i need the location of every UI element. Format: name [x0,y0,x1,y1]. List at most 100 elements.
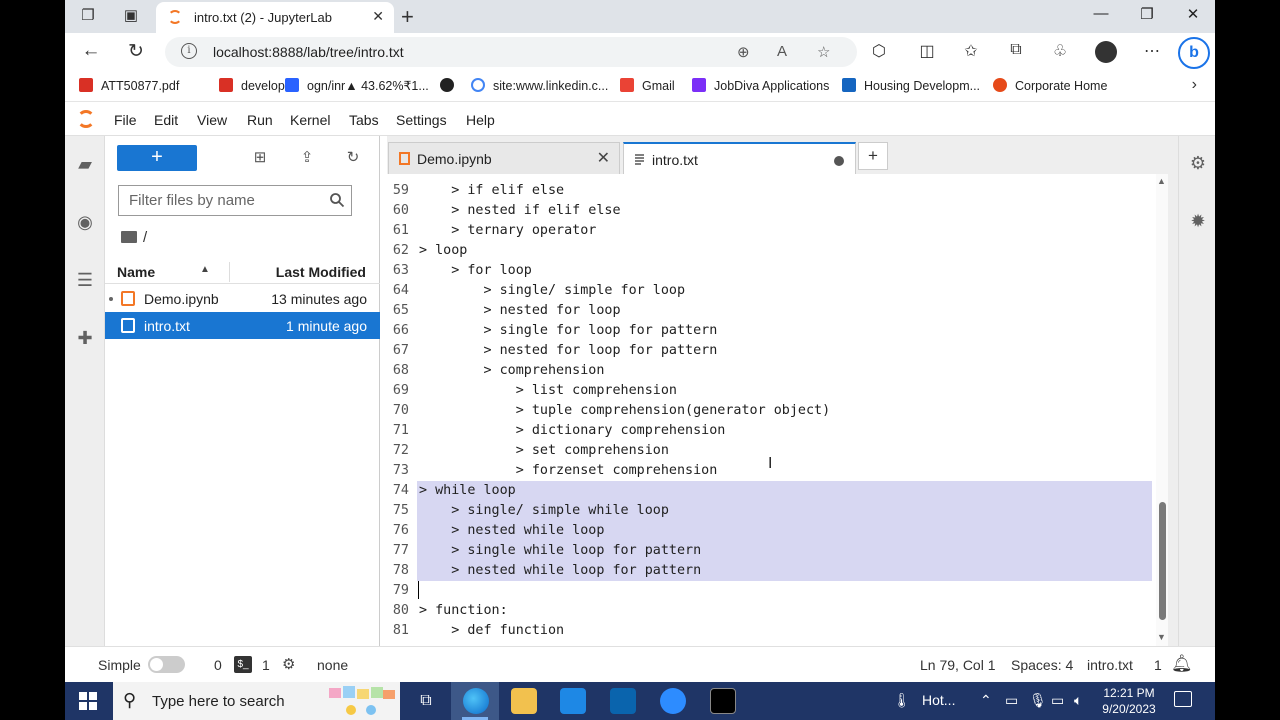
toc-list-icon[interactable]: ☰ [75,270,95,290]
scrollbar-thumb[interactable] [1159,502,1166,620]
bookmark-item[interactable]: ATT50877.pdf [79,78,179,96]
bookmark-item[interactable]: Gmail [620,78,675,96]
file-filter-input[interactable] [119,186,319,215]
notification-center-icon[interactable] [1174,691,1192,707]
menu-view[interactable]: View [197,112,227,128]
minimize-icon[interactable]: — [1089,5,1113,22]
editor-line[interactable]: 62 > loop [387,241,1152,261]
bookmark-item[interactable]: ogn/inr▲ 43.62%₹1... [285,78,429,96]
editor-line[interactable]: 77 > single while loop for pattern [387,541,1152,561]
editor-line[interactable]: 78 > nested while loop for pattern [387,561,1152,581]
editor-line[interactable]: 60 > nested if elif else [387,201,1152,221]
bookmark-item[interactable]: site:www.linkedin.c... [471,78,608,96]
file-row-selected[interactable]: intro.txt 1 minute ago [105,312,380,339]
upload-icon[interactable]: ⇪ [297,148,317,166]
weather-text[interactable]: Hot... [922,692,955,708]
terminal-app-icon[interactable] [710,688,736,714]
close-icon[interactable]: ✕ [597,148,610,168]
editor-line[interactable]: 79 [387,581,1152,601]
simple-mode-toggle[interactable] [148,656,185,673]
column-last-modified[interactable]: Last Modified [276,264,366,280]
editor-line[interactable]: 66 > single for loop for pattern [387,321,1152,341]
editor-line[interactable]: 74 > while loop [387,481,1152,501]
editor-line[interactable]: 59 > if elif else [387,181,1152,201]
menu-kernel[interactable]: Kernel [290,112,330,128]
editor-line[interactable]: 69 > list comprehension [387,381,1152,401]
clock[interactable]: 12:21 PM 9/20/2023 [1095,685,1163,717]
close-tab-icon[interactable]: ✕ [372,8,384,25]
address-bar[interactable]: i localhost:8888/lab/tree/intro.txt ⊕ A … [165,37,857,67]
kernel-name[interactable]: none [317,657,348,673]
menu-settings[interactable]: Settings [396,112,447,128]
microsoft-store-icon[interactable] [560,688,586,714]
mail-icon[interactable] [610,688,636,714]
menu-edit[interactable]: Edit [154,112,178,128]
url-text[interactable]: localhost:8888/lab/tree/intro.txt [213,44,404,60]
bookmark-item[interactable]: Corporate Home [993,78,1107,96]
weather-icon[interactable]: 🌡︎ [893,692,911,709]
zoom-app-icon[interactable] [660,688,686,714]
scroll-up-icon[interactable]: ▲ [1157,176,1166,186]
windows-start-icon[interactable] [79,692,97,710]
editor-line[interactable]: 75 > single/ simple while loop [387,501,1152,521]
split-screen-icon[interactable]: ◫ [916,41,938,61]
editor-line[interactable]: 64 > single/ simple for loop [387,281,1152,301]
editor-line[interactable]: 67 > nested for loop for pattern [387,341,1152,361]
chevron-right-icon[interactable]: › [1192,76,1197,94]
editor-line[interactable]: 71 > dictionary comprehension [387,421,1152,441]
profile-avatar[interactable] [1095,41,1117,63]
editor-line[interactable]: 80 > function: [387,601,1152,621]
microphone-icon[interactable]: 🎙︎ [1029,692,1047,709]
editor-line[interactable]: 63 > for loop [387,261,1152,281]
site-info-icon[interactable]: i [181,43,197,59]
network-icon[interactable]: ▭ [1051,692,1064,709]
indentation-setting[interactable]: Spaces: 4 [1011,657,1073,673]
menu-run[interactable]: Run [247,112,273,128]
extension-puzzle-icon[interactable]: ✚ [75,328,95,348]
kernel-chip-icon[interactable]: ⚙ [282,655,295,673]
editor-line[interactable]: 65 > nested for loop [387,301,1152,321]
window-close-icon[interactable]: ✕ [1181,5,1205,23]
bookmark-item[interactable]: Housing Developm... [842,78,980,96]
tab-intro-txt[interactable]: intro.txt [623,142,856,175]
tab-actions-icon[interactable]: ▣ [122,7,140,25]
column-name[interactable]: Name [117,264,155,280]
restore-icon[interactable]: ❐ [1135,5,1159,23]
read-aloud-icon[interactable]: A [777,43,787,60]
taskbar-search[interactable]: ⚲ Type here to search [113,682,400,720]
cursor-position[interactable]: Ln 79, Col 1 [920,657,996,673]
editor-line[interactable]: 68 > comprehension [387,361,1152,381]
menu-file[interactable]: File [114,112,137,128]
file-row[interactable]: Demo.ipynb 13 minutes ago [105,285,380,312]
menu-tabs[interactable]: Tabs [349,112,379,128]
more-options-icon[interactable]: ⋯ [1141,41,1163,61]
favorites-icon[interactable]: ✩ [960,41,982,61]
zoom-icon[interactable]: ⊕ [737,43,750,61]
folder-icon[interactable]: ▰ [75,154,95,174]
terminal-icon[interactable]: $_ [234,656,252,673]
breadcrumb[interactable]: / [121,229,147,246]
terminal-count[interactable]: 0 [214,657,222,673]
bing-copilot-icon[interactable]: b [1178,37,1210,69]
favorite-star-icon[interactable]: ☆ [817,43,830,61]
file-explorer-icon[interactable] [511,688,537,714]
menu-help[interactable]: Help [466,112,495,128]
refresh-icon[interactable]: ↻ [124,40,148,63]
edge-browser-icon[interactable] [463,688,489,714]
volume-icon[interactable]: 🔈︎ [1074,692,1082,709]
add-tab-button[interactable]: + [858,142,888,170]
task-view-icon[interactable]: ⧉ [413,688,439,714]
back-icon[interactable]: ← [79,40,103,62]
tray-chevron-icon[interactable]: ⌃ [980,692,992,709]
bookmark-item[interactable] [440,78,462,96]
bell-icon[interactable]: 🔔︎ [1171,654,1193,674]
performance-icon[interactable]: ♧ [1049,41,1071,61]
editor-line[interactable]: 81 > def function [387,621,1152,641]
workspaces-icon[interactable]: ❐ [79,7,97,25]
editor-line[interactable]: 76 > nested while loop [387,521,1152,541]
new-folder-icon[interactable]: ⊞ [250,148,270,166]
bookmark-item[interactable]: JobDiva Applications [692,78,829,96]
debugger-bug-icon[interactable]: ✹ [1188,211,1208,231]
file-type[interactable]: intro.txt [1087,657,1133,673]
new-tab-icon[interactable]: + [401,4,414,30]
